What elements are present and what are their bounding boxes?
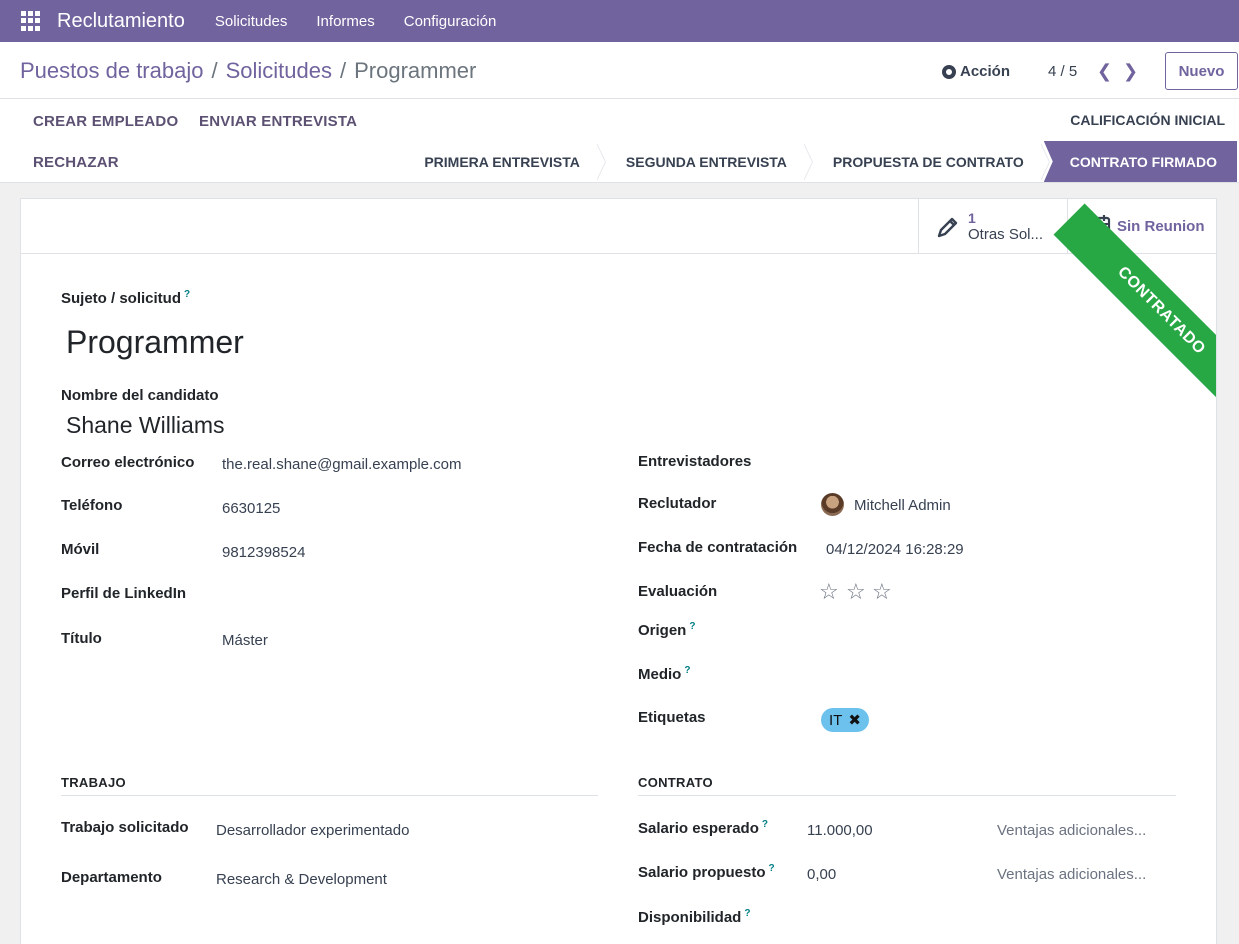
top-navbar: Reclutamiento Solicitudes Informes Confi… xyxy=(0,0,1239,42)
hire-date-label: Fecha de contratación xyxy=(638,539,798,556)
expected-extra-field[interactable]: Ventajas adicionales... xyxy=(997,822,1146,839)
chevron-left-icon[interactable]: ❮ xyxy=(1097,61,1112,82)
menu-informes[interactable]: Informes xyxy=(316,13,374,30)
breadcrumb-applications[interactable]: Solicitudes xyxy=(226,58,332,83)
phone-field[interactable]: 6630125 xyxy=(222,500,280,517)
proposed-extra-field[interactable]: Ventajas adicionales... xyxy=(997,866,1146,883)
control-panel: Puestos de trabajo / Solicitudes / Programme… xyxy=(0,42,1239,99)
subject-field[interactable]: Programmer xyxy=(66,324,244,361)
linkedin-label: Perfil de LinkedIn xyxy=(61,585,187,602)
stage-second-interview[interactable]: SEGUNDA ENTREVISTA xyxy=(600,141,813,182)
recruiter-label: Reclutador xyxy=(638,495,717,512)
source-label: Origen? xyxy=(638,621,696,639)
degree-label: Título xyxy=(61,630,102,647)
email-field[interactable]: the.real.shane@gmail.example.com xyxy=(222,456,462,473)
meetings-label: Sin Reunion xyxy=(1117,218,1205,235)
new-button[interactable]: Nuevo xyxy=(1165,52,1238,90)
send-interview-button[interactable]: ENVIAR ENTREVISTA xyxy=(199,113,357,130)
other-applications-label: Otras Sol... xyxy=(968,226,1044,243)
app-brand[interactable]: Reclutamiento xyxy=(57,10,185,33)
interviewers-label: Entrevistadores xyxy=(638,453,752,470)
breadcrumb: Puestos de trabajo / Solicitudes / Programme… xyxy=(20,58,477,83)
recruiter-field[interactable]: Mitchell Admin xyxy=(854,497,951,514)
chevron-right-icon[interactable]: ❯ xyxy=(1123,61,1138,82)
avatar xyxy=(821,493,844,516)
help-icon: ? xyxy=(184,289,191,300)
reject-button[interactable]: RECHAZAR xyxy=(33,154,119,171)
action-label: Acción xyxy=(960,63,1011,80)
status-bar: CREAR EMPLEADO ENVIAR ENTREVISTA RECHAZA… xyxy=(0,99,1239,183)
star-icon[interactable]: ☆ xyxy=(819,579,839,605)
stage-pipeline: PRIMERA ENTREVISTA SEGUNDA ENTREVISTA PR… xyxy=(398,141,1237,182)
help-icon: ? xyxy=(761,819,768,830)
breadcrumb-jobs[interactable]: Puestos de trabajo xyxy=(20,58,203,83)
proposed-salary-field[interactable]: 0,00 xyxy=(807,866,836,883)
stage-contract-proposal[interactable]: PROPUESTA DE CONTRATO xyxy=(807,141,1050,182)
smart-button-box: 1 Otras Sol... Sin Reunion xyxy=(21,199,1216,254)
star-icon[interactable]: ☆ xyxy=(872,579,892,605)
tag-badge: IT ✖ xyxy=(821,708,869,732)
candidate-label: Nombre del candidato xyxy=(61,387,219,404)
other-applications-count: 1 xyxy=(968,210,976,226)
close-icon[interactable]: ✖ xyxy=(848,711,861,729)
help-icon: ? xyxy=(689,621,696,632)
phone-label: Teléfono xyxy=(61,497,123,514)
action-button[interactable]: Acción xyxy=(942,63,1010,80)
applied-job-label: Trabajo solicitado xyxy=(61,819,189,836)
tag-label: IT xyxy=(829,711,843,729)
expected-salary-field[interactable]: 11.000,00 xyxy=(807,822,873,839)
candidate-field[interactable]: Shane Williams xyxy=(66,412,225,439)
contract-section-title: CONTRATO xyxy=(638,775,1176,796)
mobile-label: Móvil xyxy=(61,541,100,558)
pager-value[interactable]: 4 / 5 xyxy=(1048,63,1077,80)
star-icon[interactable]: ☆ xyxy=(846,579,866,605)
department-field[interactable]: Research & Development xyxy=(216,871,387,888)
other-applications-button[interactable]: 1 Otras Sol... xyxy=(918,199,1067,254)
menu-solicitudes[interactable]: Solicitudes xyxy=(215,13,288,30)
help-icon: ? xyxy=(744,908,751,919)
availability-label: Disponibilidad? xyxy=(638,908,751,926)
applied-job-field[interactable]: Desarrollador experimentado xyxy=(216,822,409,839)
gear-icon xyxy=(942,64,956,79)
help-icon: ? xyxy=(768,863,775,874)
medium-label: Medio? xyxy=(638,665,691,683)
stage-contract-signed[interactable]: CONTRATO FIRMADO xyxy=(1043,141,1237,182)
help-icon: ? xyxy=(684,665,691,676)
subject-label: Sujeto / solicitud? xyxy=(61,289,191,307)
expected-salary-label: Salario esperado? xyxy=(638,819,768,837)
job-section-title: TRABAJO xyxy=(61,775,598,796)
menu-configuracion[interactable]: Configuración xyxy=(404,13,497,30)
breadcrumb-current: Programmer xyxy=(354,58,477,83)
apps-grid-icon[interactable] xyxy=(21,11,41,31)
stage-first-interview[interactable]: PRIMERA ENTREVISTA xyxy=(398,141,606,182)
email-label: Correo electrónico xyxy=(61,454,195,471)
degree-field[interactable]: Máster xyxy=(222,632,268,649)
mobile-field[interactable]: 9812398524 xyxy=(222,544,305,561)
evaluation-label: Evaluación xyxy=(638,583,718,600)
create-employee-button[interactable]: CREAR EMPLEADO xyxy=(33,113,178,130)
form-sheet: 1 Otras Sol... Sin Reunion CONTRATADO Su… xyxy=(20,198,1217,944)
tags-label: Etiquetas xyxy=(638,709,706,726)
hire-date-field[interactable]: 04/12/2024 16:28:29 xyxy=(826,541,964,558)
stage-initial-qualification[interactable]: CALIFICACIÓN INICIAL xyxy=(1070,112,1225,128)
pencil-icon xyxy=(937,217,958,237)
proposed-salary-label: Salario propuesto? xyxy=(638,863,775,881)
department-label: Departamento xyxy=(61,869,162,886)
